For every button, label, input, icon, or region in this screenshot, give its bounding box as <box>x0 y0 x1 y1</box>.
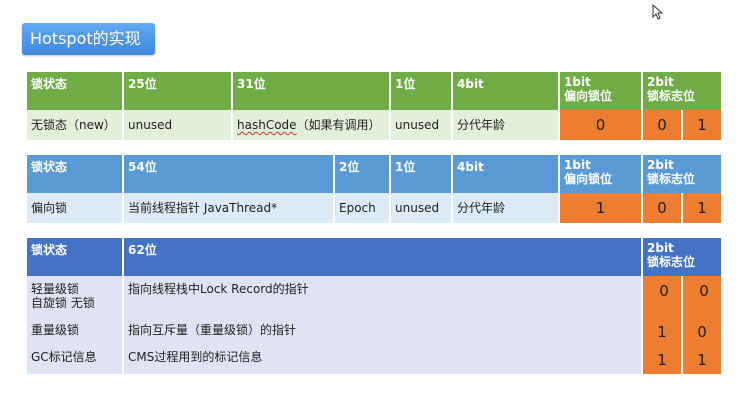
cell-age: 分代年龄 <box>453 110 560 140</box>
header-31bit: 31位 <box>233 72 391 110</box>
cell-cms-info: CMS过程用到的标记信息 <box>124 346 643 374</box>
header-2bit: 2位 <box>335 155 391 193</box>
hashcode-note: （如果有调用） <box>296 118 381 132</box>
cell-no-lock-state: 无锁态（new） <box>27 110 124 140</box>
header-1bit: 1位 <box>391 155 453 193</box>
header-62bit: 62位 <box>124 238 643 276</box>
header-lock-state: 锁状态 <box>27 155 124 193</box>
cell-heavyweight-state: 重量级锁 <box>27 319 124 346</box>
header-lock-state: 锁状态 <box>27 238 124 276</box>
header-4bit: 4bit <box>453 155 560 193</box>
cell-unused-1: unused <box>391 193 453 223</box>
cell-biased-state: 偏向锁 <box>27 193 124 223</box>
cell-age: 分代年龄 <box>453 193 560 223</box>
header-lock-flag: 2bit 锁标志位 <box>643 238 721 276</box>
cell-thread-pointer: 当前线程指针 JavaThread* <box>124 193 335 223</box>
cell-flag-bit-1: 0 <box>643 193 683 223</box>
header-lock-flag: 2bit 锁标志位 <box>643 155 721 193</box>
header-25bit: 25位 <box>124 72 233 110</box>
cell-flag-bit-1: 0 <box>647 282 681 300</box>
cell-biased-bit: 1 <box>560 193 643 223</box>
slide-title: Hotspot的实现 <box>22 23 155 55</box>
cell-lock-record-pointer: 指向线程栈中Lock Record的指针 <box>124 276 643 319</box>
cell-hashcode: hashCode（如果有调用） <box>233 110 391 140</box>
cell-flag-bit-1: 1 <box>643 319 683 346</box>
cell-unused-1: unused <box>391 110 453 140</box>
cell-flag-bit-2: 0 <box>687 282 721 300</box>
header-4bit: 4bit <box>453 72 560 110</box>
header-biased-bit: 1bit 偏向锁位 <box>560 155 643 193</box>
cell-flag-bit-1: 0 <box>643 110 683 140</box>
hashcode-text: hashCode <box>237 118 297 132</box>
cell-flag-bit-1-wrap: 0 <box>643 276 683 319</box>
cell-gc-state: GC标记信息 <box>27 346 124 374</box>
cell-mutex-pointer: 指向互斥量（重量级锁）的指针 <box>124 319 643 346</box>
cell-flag-bit-2: 1 <box>683 110 721 140</box>
header-biased-bit: 1bit 偏向锁位 <box>560 72 643 110</box>
cell-flag-bit-2: 1 <box>683 346 721 374</box>
cell-flag-bit-2: 1 <box>683 193 721 223</box>
header-lock-state: 锁状态 <box>27 72 124 110</box>
cell-unused-25: unused <box>124 110 233 140</box>
mouse-cursor-icon <box>652 4 664 20</box>
cell-flag-bit-2-wrap: 0 <box>683 276 721 319</box>
cell-biased-bit: 0 <box>560 110 643 140</box>
cell-flag-bit-1: 1 <box>643 346 683 374</box>
cell-epoch: Epoch <box>335 193 391 223</box>
header-lock-flag: 2bit 锁标志位 <box>643 72 721 110</box>
header-1bit: 1位 <box>391 72 453 110</box>
header-54bit: 54位 <box>124 155 335 193</box>
cell-lightweight-state: 轻量级锁 自旋锁 无锁 <box>27 276 124 319</box>
cell-flag-bit-2: 0 <box>683 319 721 346</box>
